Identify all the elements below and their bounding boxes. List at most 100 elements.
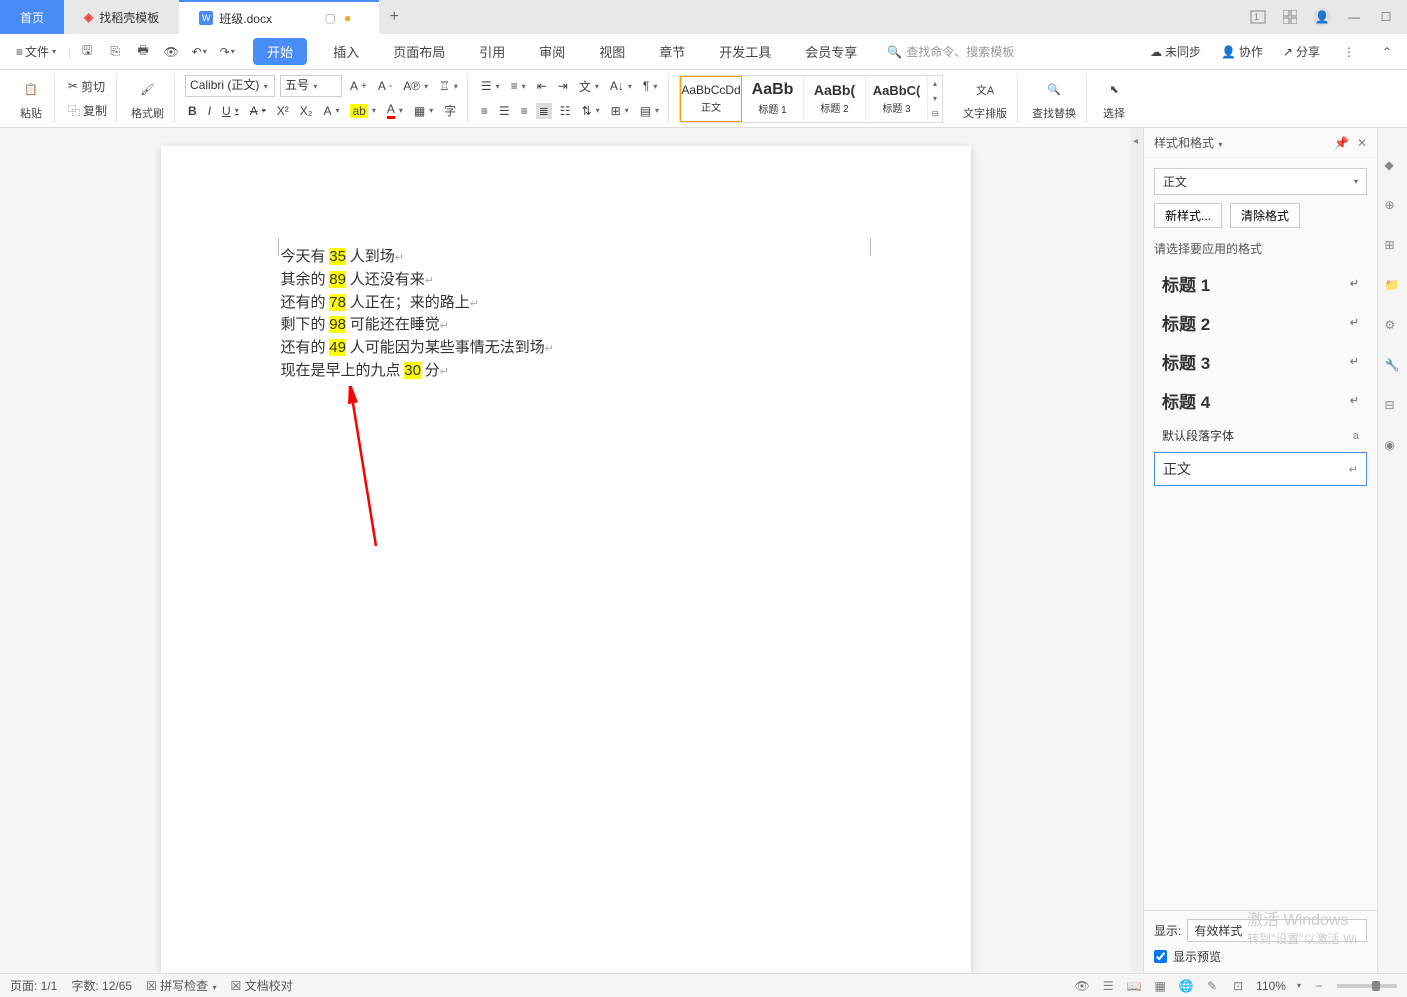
window-mode-icon[interactable]: 1 xyxy=(1249,8,1267,26)
style-heading1[interactable]: AaBb 标题 1 xyxy=(742,76,804,122)
change-case[interactable]: A℗▾ xyxy=(400,78,431,94)
document-content[interactable]: 今天有 35 人到场↵其余的 89 人还没有来↵还有的 78 人正在；来的路上↵… xyxy=(281,246,851,383)
app-8-icon[interactable]: ◉ xyxy=(1385,438,1401,454)
pane-splitter[interactable]: ◂ xyxy=(1131,128,1143,973)
doc-line[interactable]: 今天有 35 人到场↵ xyxy=(281,246,851,269)
fit-page-icon[interactable]: ⊡ xyxy=(1230,978,1246,994)
show-marks-button[interactable]: ¶▾ xyxy=(640,78,660,94)
collab-button[interactable]: 👤协作 xyxy=(1218,42,1266,61)
zoom-level[interactable]: 110% xyxy=(1256,979,1286,993)
reading-view-icon[interactable]: 👁 xyxy=(1074,978,1090,994)
align-center-button[interactable]: ☰ xyxy=(496,103,513,119)
minimize-button[interactable]: — xyxy=(1345,8,1363,26)
app-2-icon[interactable]: ⊕ xyxy=(1385,198,1401,214)
ribbon-tab-insert[interactable]: 插入 xyxy=(325,38,367,65)
close-panel-icon[interactable]: ✕ xyxy=(1357,136,1367,150)
ribbon-tab-view[interactable]: 视图 xyxy=(591,38,633,65)
para-shading-button[interactable]: ▤▾ xyxy=(637,103,662,119)
tab-document[interactable]: W 班级.docx ▢ ● xyxy=(179,0,379,34)
font-color-button[interactable]: A▾ xyxy=(384,101,406,120)
underline-button[interactable]: U▾ xyxy=(219,103,242,119)
zoom-out-button[interactable]: − xyxy=(1311,978,1327,994)
style-heading3[interactable]: AaBbC( 标题 3 xyxy=(866,76,928,122)
increase-indent-button[interactable]: ⇥ xyxy=(555,78,571,94)
maximize-button[interactable]: ☐ xyxy=(1377,8,1395,26)
file-menu[interactable]: ≡ 文件 ▾ xyxy=(8,39,64,64)
sync-status[interactable]: ☁未同步 xyxy=(1147,42,1204,61)
style-list-item[interactable]: 标题 4↵ xyxy=(1154,382,1367,419)
bullets-button[interactable]: ☰▾ xyxy=(478,78,503,94)
pane-collapse-icon[interactable]: ◂ xyxy=(1133,136,1138,147)
redo-button[interactable]: ↷▾ xyxy=(215,40,239,64)
paste-button[interactable]: 📋 粘贴 xyxy=(14,77,48,121)
style-heading2[interactable]: AaBb( 标题 2 xyxy=(804,76,866,122)
doc-line[interactable]: 现在是早上的九点 30 分↵ xyxy=(281,360,851,383)
undo-button[interactable]: ↶▾ xyxy=(187,40,211,64)
shading-button[interactable]: ▦▾ xyxy=(411,103,436,119)
justify-button[interactable]: ≣ xyxy=(536,103,552,119)
gallery-expand-icon[interactable]: ⊟ xyxy=(932,109,939,118)
doc-line[interactable]: 还有的 49 人可能因为某些事情无法到场↵ xyxy=(281,337,851,360)
size-select[interactable]: 五号 ▾ xyxy=(280,75,342,97)
app-7-icon[interactable]: ⊟ xyxy=(1385,398,1401,414)
doc-line[interactable]: 其余的 89 人还没有来↵ xyxy=(281,269,851,292)
ribbon-tab-page-layout[interactable]: 页面布局 xyxy=(385,38,453,65)
find-replace-button[interactable]: 🔍 查找替换 xyxy=(1028,77,1080,121)
numbering-button[interactable]: ≡▾ xyxy=(508,78,529,94)
bold-button[interactable]: B xyxy=(185,103,200,119)
app-5-icon[interactable]: ⚙ xyxy=(1385,318,1401,334)
doc-line[interactable]: 还有的 78 人正在；来的路上↵ xyxy=(281,292,851,315)
tab-home[interactable]: 首页 xyxy=(0,0,64,34)
command-search[interactable]: 🔍 查找命令、搜索模板 xyxy=(887,43,1014,60)
format-painter-button[interactable]: 🖌 格式刷 xyxy=(127,77,168,121)
export-button[interactable]: ⎘ xyxy=(103,40,127,64)
document-page[interactable]: 今天有 35 人到场↵其余的 89 人还没有来↵还有的 78 人正在；来的路上↵… xyxy=(161,146,971,973)
preview-checkbox[interactable] xyxy=(1154,950,1167,963)
superscript-button[interactable]: X² xyxy=(274,103,292,119)
print-button[interactable]: 🖶 xyxy=(131,40,155,64)
outline-view-icon[interactable]: ☰ xyxy=(1100,978,1116,994)
style-list-item[interactable]: 标题 2↵ xyxy=(1154,304,1367,341)
highlight-button[interactable]: ab▾ xyxy=(347,103,378,119)
sort-button[interactable]: A↓▾ xyxy=(607,78,635,94)
new-style-button[interactable]: 新样式... xyxy=(1154,203,1222,228)
spell-check[interactable]: ☒ 拼写检查 ▾ xyxy=(146,977,216,994)
select-button[interactable]: ⬉ 选择 xyxy=(1097,77,1131,121)
pin-icon[interactable]: 📌 xyxy=(1334,136,1349,150)
grow-font[interactable]: A+ xyxy=(347,78,370,94)
tab-templates[interactable]: ◈ 找稻壳模板 xyxy=(64,0,179,34)
save-button[interactable]: 🖫 xyxy=(75,40,99,64)
more-menu[interactable]: ⋮ xyxy=(1337,40,1361,64)
ribbon-tab-devtools[interactable]: 开发工具 xyxy=(711,38,779,65)
page-info[interactable]: 页面: 1/1 xyxy=(10,977,57,994)
share-button[interactable]: ↗分享 xyxy=(1280,42,1323,61)
gallery-down-icon[interactable]: ▾ xyxy=(933,94,937,103)
style-list-item[interactable]: 标题 3↵ xyxy=(1154,343,1367,380)
app-4-icon[interactable]: 📁 xyxy=(1385,278,1401,294)
copy-button[interactable]: ⿻复制 xyxy=(65,101,110,120)
page-view-icon[interactable]: 📖 xyxy=(1126,978,1142,994)
app-1-icon[interactable]: ◆ xyxy=(1385,158,1401,174)
avatar-icon[interactable]: 👤 xyxy=(1313,8,1331,26)
zoom-slider[interactable] xyxy=(1337,984,1397,988)
globe-icon[interactable]: 🌐 xyxy=(1178,978,1194,994)
strikethrough-button[interactable]: A▾ xyxy=(247,103,269,119)
text-direction-button[interactable]: 文▾ xyxy=(576,77,602,96)
edit-mode-icon[interactable]: ✎ xyxy=(1204,978,1220,994)
borders-button[interactable]: ⊞▾ xyxy=(608,103,632,119)
style-normal[interactable]: AaBbCcDd 正文 xyxy=(680,76,742,122)
style-list-item[interactable]: 正文↵ xyxy=(1154,452,1367,486)
ribbon-tab-references[interactable]: 引用 xyxy=(471,38,513,65)
gallery-up-icon[interactable]: ▴ xyxy=(933,79,937,88)
tab-window-icon[interactable]: ▢ xyxy=(325,11,336,25)
web-view-icon[interactable]: ▦ xyxy=(1152,978,1168,994)
italic-button[interactable]: I xyxy=(205,103,214,119)
new-tab-button[interactable]: + xyxy=(379,8,409,26)
char-border-button[interactable]: 字 xyxy=(441,101,459,120)
style-list-item[interactable]: 标题 1↵ xyxy=(1154,265,1367,302)
app-6-icon[interactable]: 🔧 xyxy=(1385,358,1401,374)
current-style-select[interactable]: 正文 ▾ xyxy=(1154,168,1367,195)
subscript-button[interactable]: X₂ xyxy=(297,103,316,119)
shrink-font[interactable]: A- xyxy=(375,78,395,94)
font-select[interactable]: Calibri (正文) ▾ xyxy=(185,75,275,97)
